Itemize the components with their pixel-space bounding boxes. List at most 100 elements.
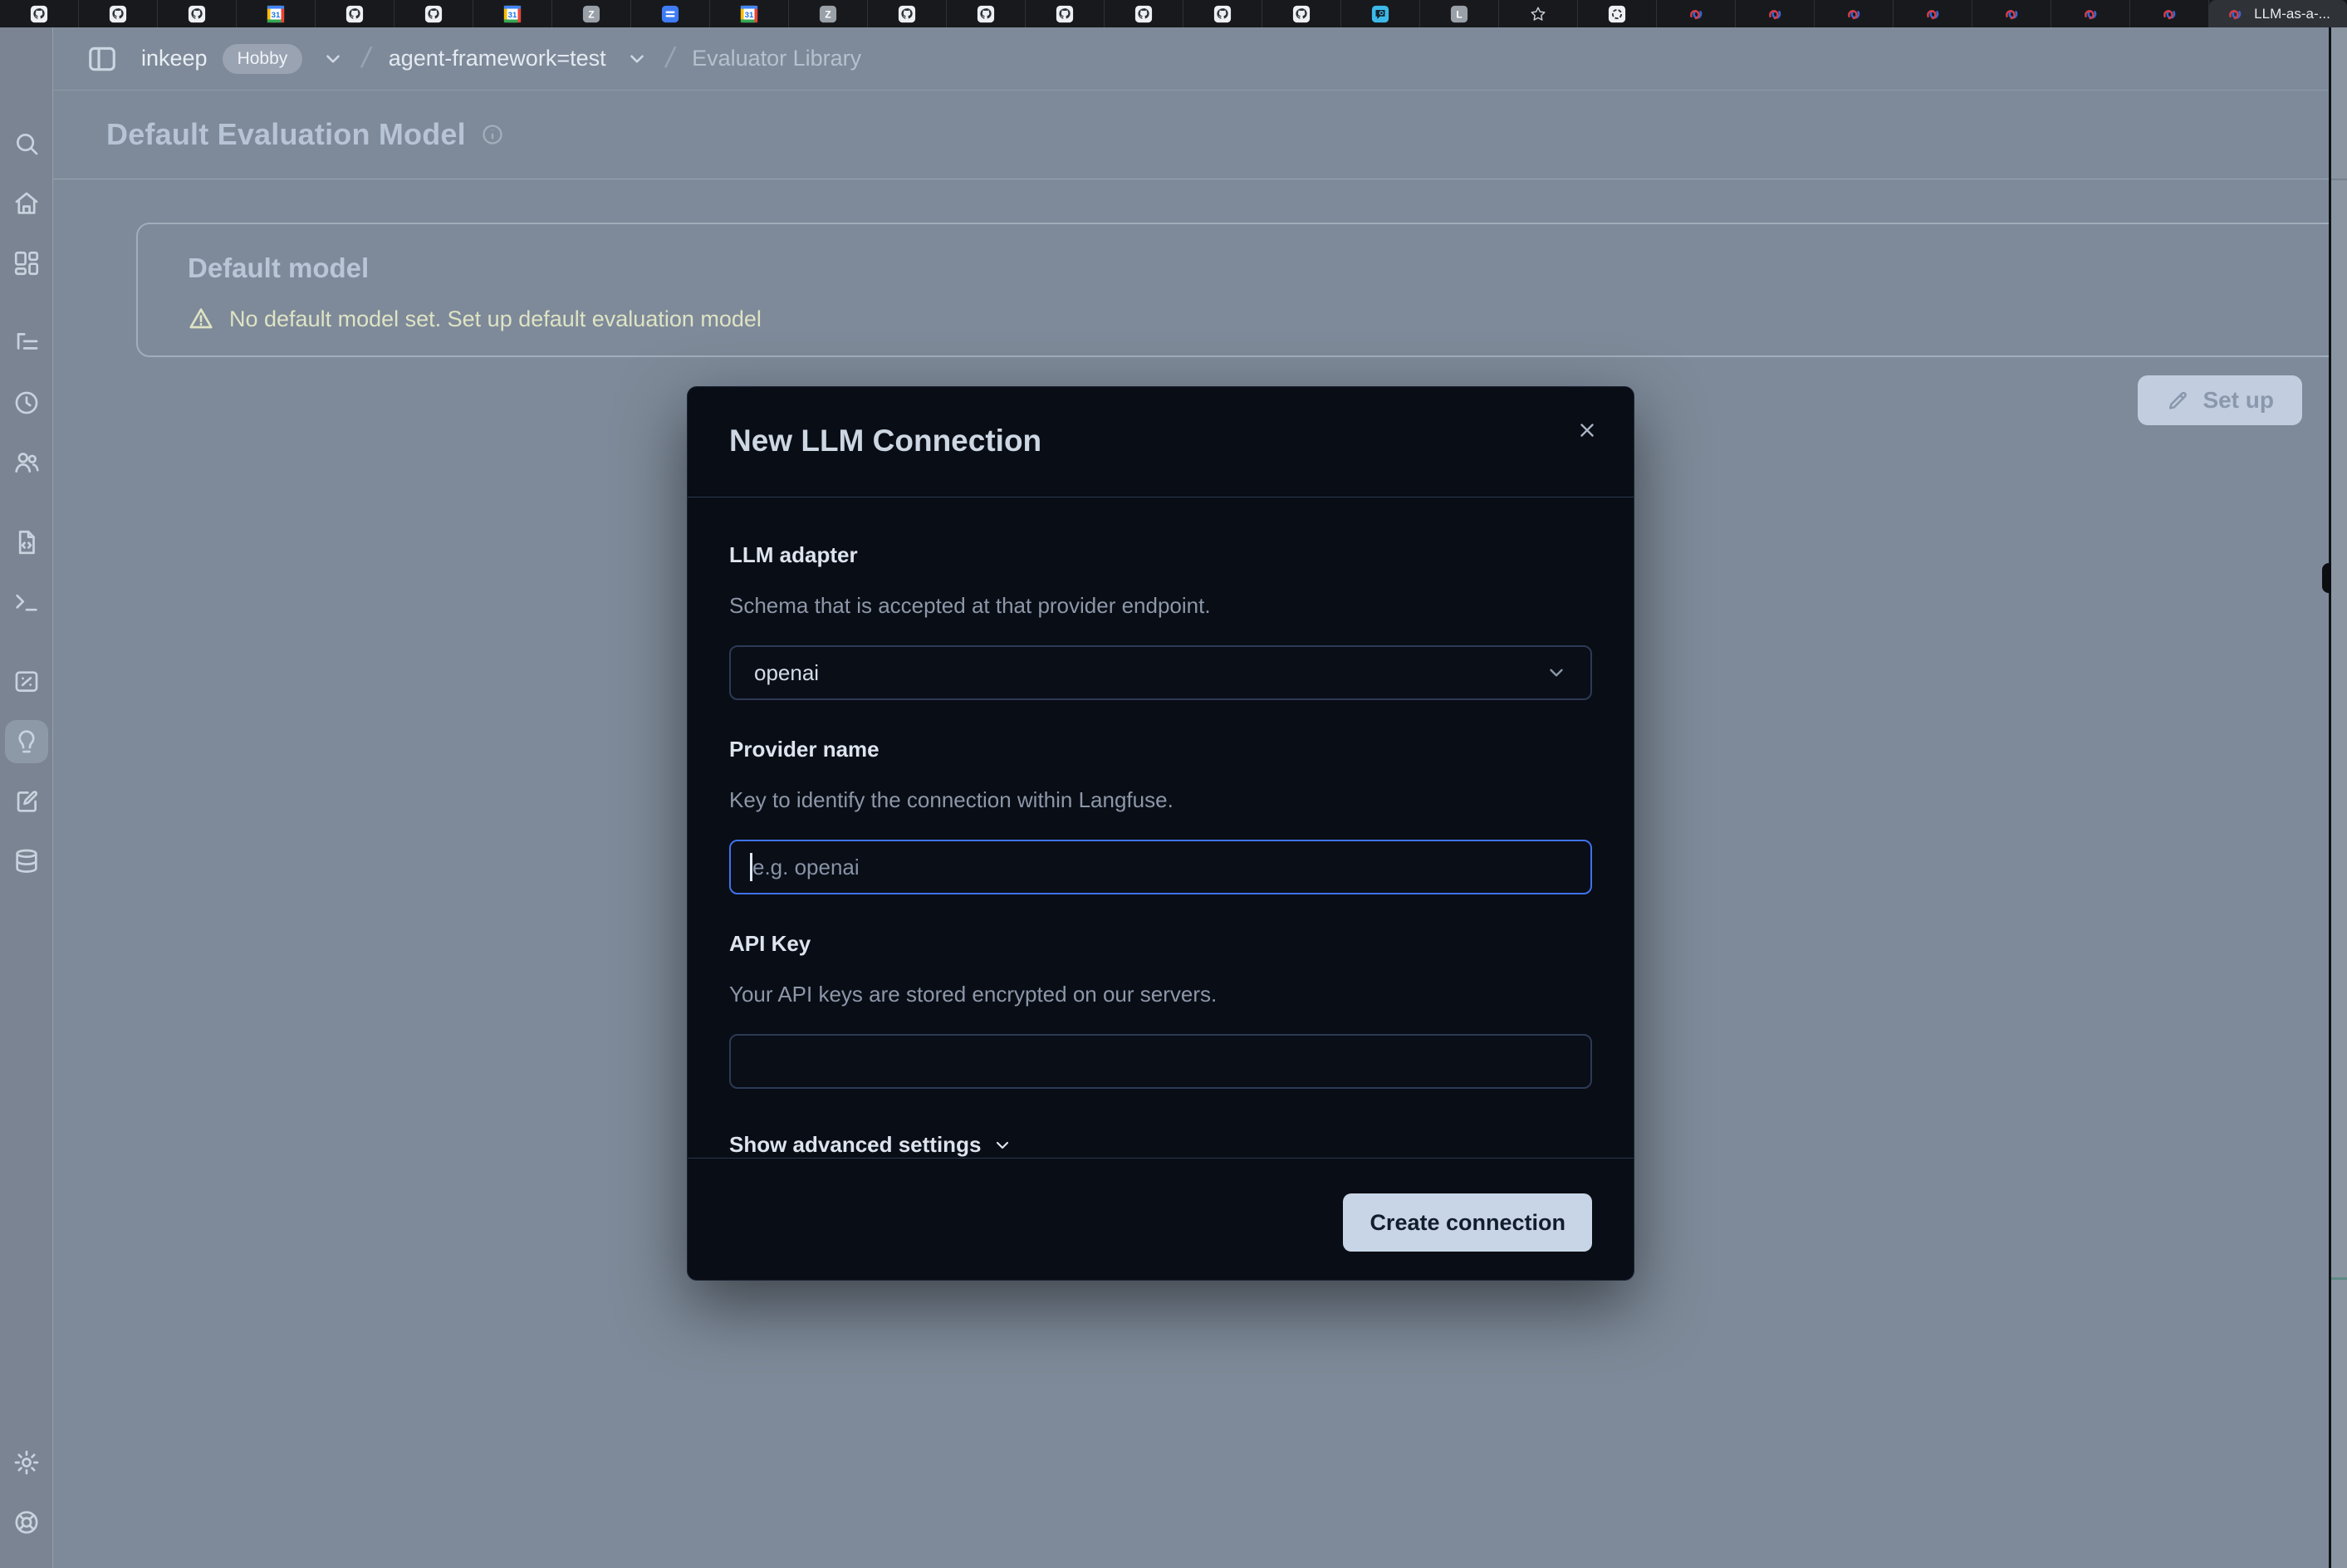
warning-text: No default model set. Set up default eva… bbox=[229, 306, 762, 332]
breadcrumb-page: Evaluator Library bbox=[692, 46, 861, 71]
langfuse-favicon bbox=[1687, 5, 1705, 23]
close-button[interactable] bbox=[1569, 412, 1605, 448]
langfuse-favicon bbox=[2081, 5, 2100, 23]
browser-tab-langfuse[interactable] bbox=[1894, 0, 1972, 27]
browser-tab-langfuse[interactable] bbox=[1972, 0, 2051, 27]
active-tab-label: LLM-as-a-... bbox=[2254, 6, 2330, 22]
support-icon bbox=[12, 1508, 41, 1536]
browser-tab-github[interactable] bbox=[1105, 0, 1183, 27]
sidebar-item-playground[interactable] bbox=[5, 581, 48, 624]
breadcrumb-org[interactable]: inkeep bbox=[141, 46, 208, 71]
browser-tab-langfuse[interactable] bbox=[2051, 0, 2130, 27]
sidebar-item-dashboards[interactable] bbox=[5, 242, 48, 285]
browser-tab-gcal[interactable]: 31 bbox=[473, 0, 552, 27]
openai-favicon bbox=[1608, 5, 1626, 23]
browser-tab-github[interactable] bbox=[1026, 0, 1105, 27]
app-sidebar bbox=[0, 27, 53, 1568]
browser-tab-langfuse[interactable] bbox=[1657, 0, 1736, 27]
api-key-label: API Key bbox=[729, 931, 1592, 957]
text-caret bbox=[750, 853, 752, 881]
svg-text:31: 31 bbox=[745, 10, 754, 19]
github-favicon bbox=[1213, 5, 1232, 23]
browser-tab-github[interactable] bbox=[1262, 0, 1341, 27]
browser-tab-langfuse[interactable] bbox=[1815, 0, 1894, 27]
browser-tab-github[interactable] bbox=[394, 0, 473, 27]
info-icon[interactable] bbox=[481, 123, 504, 146]
sidebar-item-sessions[interactable] bbox=[5, 381, 48, 424]
warning-triangle-icon bbox=[188, 306, 214, 332]
browser-tab-langfuse[interactable] bbox=[1736, 0, 1815, 27]
svg-text:Z: Z bbox=[825, 8, 831, 20]
provider-name-description: Key to identify the connection within La… bbox=[729, 787, 1592, 813]
browser-tab-langfuse[interactable] bbox=[2130, 0, 2209, 27]
create-connection-button[interactable]: Create connection bbox=[1343, 1193, 1592, 1252]
dashboards-icon bbox=[12, 249, 41, 277]
browser-tab-gcal[interactable]: 31 bbox=[237, 0, 316, 27]
provider-name-input[interactable] bbox=[729, 840, 1592, 894]
browser-tab-strip: 31 31 Z 31 Z L LLM-as-a-... bbox=[0, 0, 2347, 27]
show-advanced-settings-toggle[interactable]: Show advanced settings bbox=[729, 1132, 1012, 1158]
advanced-settings-label: Show advanced settings bbox=[729, 1132, 981, 1158]
api-key-input[interactable] bbox=[729, 1034, 1592, 1089]
card-title: Default model bbox=[188, 252, 2319, 284]
browser-tab-z-app[interactable]: Z bbox=[789, 0, 868, 27]
sidebar-item-scores[interactable] bbox=[5, 660, 48, 703]
github-favicon bbox=[1056, 5, 1074, 23]
browser-tab-chat[interactable] bbox=[1341, 0, 1420, 27]
prompts-icon bbox=[12, 528, 41, 556]
browser-tab-active[interactable]: LLM-as-a-... bbox=[2209, 0, 2347, 27]
sidebar-item-users[interactable] bbox=[5, 441, 48, 484]
edge-handle-notch[interactable] bbox=[2322, 563, 2331, 593]
default-model-card: Default model No default model set. Set … bbox=[136, 223, 2347, 357]
browser-tab-github[interactable] bbox=[947, 0, 1026, 27]
browser-tab-github[interactable] bbox=[158, 0, 237, 27]
breadcrumb-project[interactable]: agent-framework=test bbox=[389, 46, 606, 71]
sidebar-item-support[interactable] bbox=[5, 1501, 48, 1544]
chevron-down-icon bbox=[992, 1135, 1012, 1155]
sidebar-item-annotation-queues[interactable] bbox=[5, 780, 48, 823]
sidebar-item-evals[interactable] bbox=[5, 720, 48, 763]
set-up-button[interactable]: Set up bbox=[2138, 375, 2302, 425]
new-llm-connection-dialog: New LLM Connection LLM adapter Schema th… bbox=[687, 386, 1634, 1281]
scores-icon bbox=[12, 668, 41, 696]
github-favicon bbox=[109, 5, 127, 23]
browser-tab-github[interactable] bbox=[79, 0, 158, 27]
browser-tab-l-app[interactable]: L bbox=[1420, 0, 1499, 27]
sidebar-item-settings[interactable] bbox=[5, 1441, 48, 1484]
playground-icon bbox=[12, 588, 41, 616]
settings-icon bbox=[12, 1448, 41, 1477]
browser-tab-gcal[interactable]: 31 bbox=[710, 0, 789, 27]
users-icon bbox=[12, 448, 41, 477]
breadcrumb-separator: / bbox=[359, 42, 374, 75]
z-app-favicon: Z bbox=[582, 5, 600, 23]
github-favicon bbox=[898, 5, 916, 23]
sidebar-item-search[interactable] bbox=[5, 122, 48, 165]
browser-tab-github[interactable] bbox=[868, 0, 947, 27]
svg-text:L: L bbox=[1456, 8, 1462, 20]
browser-tab-docs[interactable] bbox=[631, 0, 710, 27]
sidebar-item-datasets[interactable] bbox=[5, 840, 48, 883]
gcal-favicon: 31 bbox=[503, 5, 522, 23]
sidebar-item-tracing[interactable] bbox=[5, 321, 48, 365]
dialog-title: New LLM Connection bbox=[729, 424, 1592, 458]
project-chevron-down-icon[interactable] bbox=[626, 48, 648, 70]
browser-tab-openai[interactable] bbox=[1578, 0, 1657, 27]
browser-tab-z-app[interactable]: Z bbox=[552, 0, 631, 27]
home-icon bbox=[12, 189, 41, 218]
github-favicon bbox=[188, 5, 206, 23]
sidebar-item-prompts[interactable] bbox=[5, 521, 48, 564]
sidebar-toggle-button[interactable] bbox=[83, 40, 121, 78]
set-up-label: Set up bbox=[2202, 387, 2274, 414]
org-chevron-down-icon[interactable] bbox=[322, 48, 344, 70]
github-favicon bbox=[424, 5, 443, 23]
langfuse-favicon bbox=[1923, 5, 1942, 23]
annotation-queues-icon bbox=[12, 787, 41, 816]
chevron-down-icon bbox=[1546, 662, 1567, 684]
browser-tab-github[interactable] bbox=[316, 0, 394, 27]
dialog-header: New LLM Connection bbox=[688, 387, 1634, 497]
sidebar-item-home[interactable] bbox=[5, 182, 48, 225]
browser-tab-star[interactable] bbox=[1499, 0, 1578, 27]
browser-tab-github[interactable] bbox=[0, 0, 79, 27]
adapter-select[interactable]: openai bbox=[729, 645, 1592, 700]
browser-tab-github[interactable] bbox=[1183, 0, 1262, 27]
